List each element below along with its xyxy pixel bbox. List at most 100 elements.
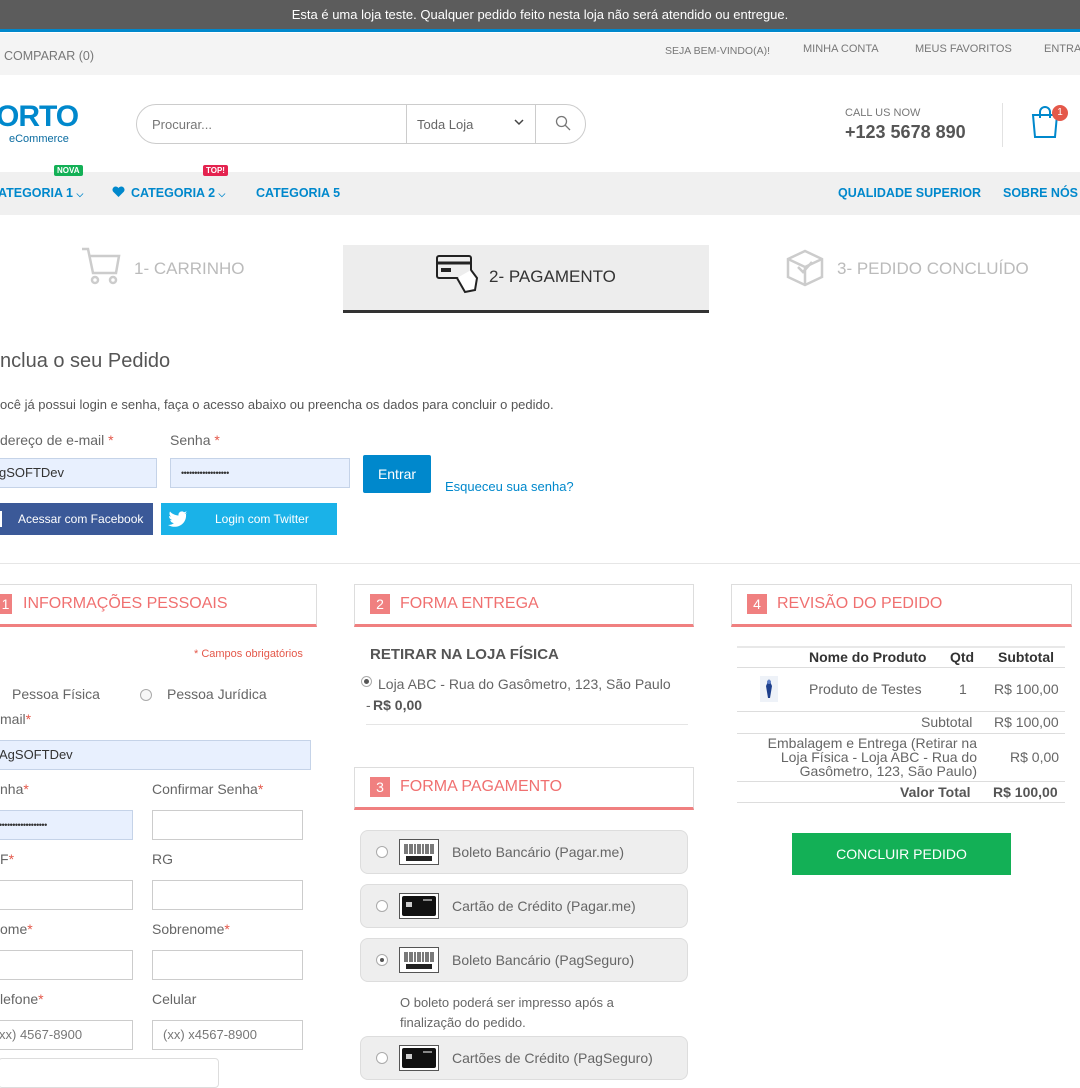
nav-quality[interactable]: QUALIDADE SUPERIOR [838,186,981,200]
test-store-notice: Esta é uma loja teste. Qualquer pedido f… [0,0,1080,32]
mobile-label: Celular [152,991,197,1007]
delivery-divider [366,724,688,725]
step-done-label: 3- PEDIDO CONCLUÍDO [837,259,1029,278]
nav-about[interactable]: SOBRE NÓS [1003,186,1078,200]
delivery-price: R$ 0,00 [373,697,423,713]
search-scope-select[interactable]: Toda Loja [406,105,536,143]
credit-card-hand-icon [436,255,479,294]
nav-category-2-label: CATEGORIA 2 [131,186,216,200]
required-mark: * [224,921,230,937]
name-field[interactable] [0,950,133,980]
login-password-field[interactable]: •••••••••••••••••• [170,458,350,488]
confirm-password-label: Confirmar Senha* [152,781,263,797]
payment-option-card-pagarme[interactable]: Cartão de Crédito (Pagar.me) [360,884,688,928]
chevron-down-icon: ⌵ [76,189,84,199]
logo-subtitle: eCommerce [9,133,69,145]
confirm-password-label-text: Confirmar Senha [152,781,258,797]
twitter-login-label: Login com Twitter [215,512,309,526]
payment-radio[interactable] [376,846,388,858]
section-number: 2 [370,594,390,614]
payment-option-card-pagseguro[interactable]: Cartões de Crédito (PagSeguro) [360,1036,688,1080]
facebook-login-label: Acessar com Facebook [18,512,144,526]
register-password-field[interactable]: •••••••••••••••••• [0,810,133,840]
compare-link[interactable]: COMPARAR (0) [4,49,94,63]
next-field[interactable] [0,1058,219,1088]
nav-category-2[interactable]: CATEGORIA 2 ⌵ [112,186,225,200]
credit-card-icon [399,1045,439,1071]
email-label-text: dereço de e-mail [0,432,105,448]
email-label: mail* [0,711,31,727]
chevron-down-icon: ⌵ [218,189,226,199]
required-mark: * [38,991,44,1007]
product-price: R$ 100,00 [994,681,1059,697]
payment-option-boleto-pagarme[interactable]: Boleto Bancário (Pagar.me) [360,830,688,874]
search-button[interactable] [555,115,571,136]
total-label: Valor Total [900,784,971,800]
login-link[interactable]: ENTRA [1044,43,1080,55]
product-name[interactable]: Produto de Testes [809,681,922,697]
payment-option-label: Boleto Bancário (Pagar.me) [452,844,624,860]
nav-category-5[interactable]: CATEGORIA 5 [256,186,340,200]
step-payment-label: 2- PAGAMENTO [489,267,616,286]
search-scope-value: Toda Loja [417,117,474,132]
register-email-field[interactable]: AgSOFTDev [0,740,311,770]
delivery-option-radio[interactable] [361,676,372,687]
search-input[interactable]: Procurar... [152,117,212,132]
delivery-option-label[interactable]: Loja ABC - Rua do Gasômetro, 123, São Pa… [378,676,671,692]
section-number: 4 [747,594,767,614]
forgot-password-link[interactable]: Esqueceu sua senha? [445,479,574,494]
required-mark: * [108,432,114,448]
payment-radio[interactable] [376,1052,388,1064]
login-email-field[interactable]: gSOFTDev [0,458,157,488]
heart-icon [112,186,125,197]
section-number: 3 [370,777,390,797]
nav-category-1[interactable]: ATEGORIA 1 ⌵ [0,186,83,200]
nav-category-1-label: ATEGORIA 1 [0,186,74,200]
required-mark: * [27,921,33,937]
confirm-password-field[interactable] [152,810,303,840]
payment-option-label: Boleto Bancário (PagSeguro) [452,952,635,968]
mobile-field[interactable]: (xx) x4567-8900 [152,1020,303,1050]
boleto-icon [399,947,439,973]
favorites-link[interactable]: MEUS FAVORITOS [915,43,1012,55]
review-header: 4 REVISÃO DO PEDIDO [731,584,1072,627]
step-cart-label: 1- CARRINHO [134,259,245,278]
section-title: REVISÃO DO PEDIDO [777,595,943,612]
person-type-pf[interactable]: Pessoa Física [12,686,100,702]
subtotal-label: Subtotal [921,714,973,730]
person-type-pj[interactable]: Pessoa Jurídica [167,686,267,702]
row-divider [737,711,1065,712]
logo[interactable]: ORTO [0,100,79,134]
payment-radio[interactable] [376,900,388,912]
personal-info-header: 1 INFORMAÇÕES PESSOAIS [0,584,317,627]
cpf-field[interactable] [0,880,133,910]
my-account-link[interactable]: MINHA CONTA [803,43,879,55]
required-mark: * [257,781,264,797]
rg-field[interactable] [152,880,303,910]
login-button[interactable]: Entrar [363,455,431,493]
row-divider [737,667,1065,668]
top-bar: COMPARAR (0) SEJA BEM-VINDO(A)! MINHA CO… [0,33,1080,75]
password-label-text: nha [0,781,24,797]
phone-field[interactable]: xx) 4567-8900 [0,1020,133,1050]
notice-text: Esta é uma loja teste. Qualquer pedido f… [291,7,789,22]
payment-header: 3 FORMA PAGAMENTO [354,767,694,810]
payment-option-boleto-pagseguro[interactable]: Boleto Bancário (PagSeguro) [360,938,688,982]
phone-number: +123 5678 890 [845,122,966,142]
shipping-label: Embalagem e Entrega (Retirar na Loja Fís… [767,735,977,779]
total-value: R$ 100,00 [993,784,1058,800]
boleto-note: O boleto poderá ser impresso após a fina… [400,995,614,1030]
row-divider [737,781,1065,782]
name-label-text: ome [0,921,28,937]
rg-label: RG [152,851,173,867]
surname-field[interactable] [152,950,303,980]
facebook-login-button[interactable]: Acessar com Facebook [0,503,153,535]
site-header: ORTO eCommerce Procurar... Toda Loja CAL… [0,75,1080,172]
step-payment: 2- PAGAMENTO [343,245,709,313]
twitter-login-button[interactable]: Login com Twitter [161,503,337,535]
person-type-pj-radio[interactable] [140,689,152,701]
payment-radio-selected[interactable] [376,954,388,966]
place-order-button[interactable]: CONCLUIR PEDIDO [792,833,1011,875]
header-divider [1002,103,1003,147]
surname-label-text: Sobrenome [152,921,225,937]
